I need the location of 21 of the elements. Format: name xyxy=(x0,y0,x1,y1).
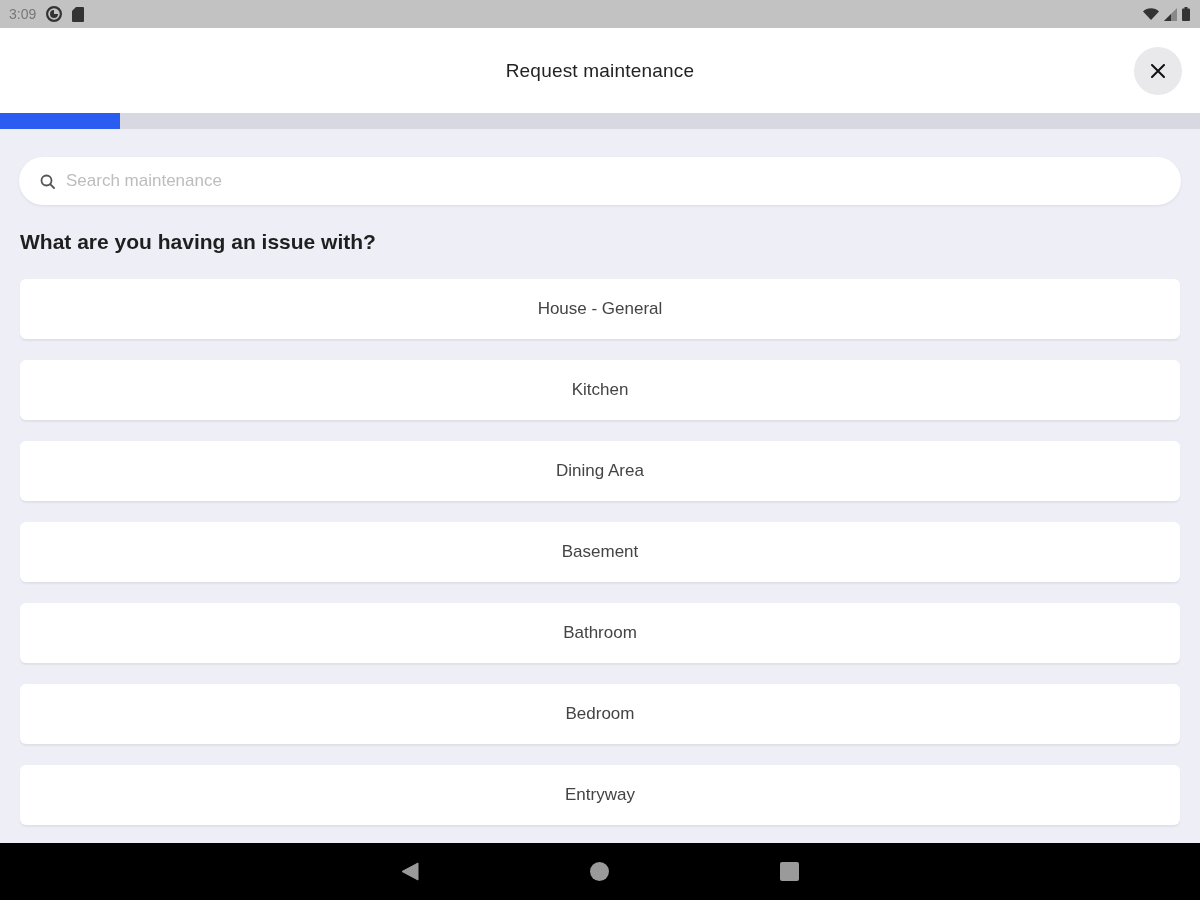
category-option[interactable]: Basement xyxy=(20,522,1180,582)
signal-icon xyxy=(1164,7,1177,21)
category-option[interactable]: Dining Area xyxy=(20,441,1180,501)
close-button[interactable] xyxy=(1134,46,1182,95)
sd-card-icon xyxy=(72,6,85,22)
category-option[interactable]: Kitchen xyxy=(20,360,1180,420)
status-time: 3:09 xyxy=(9,6,37,22)
category-option[interactable]: Bathroom xyxy=(20,603,1180,663)
battery-icon xyxy=(1182,7,1190,21)
page-title: Request maintenance xyxy=(505,59,695,82)
close-icon xyxy=(1151,63,1165,78)
search-icon xyxy=(40,174,55,189)
pie-icon xyxy=(46,6,63,22)
question-heading: What are you having an issue with? xyxy=(20,229,376,255)
back-icon[interactable] xyxy=(401,862,419,881)
category-option[interactable]: Entryway xyxy=(20,765,1180,825)
search-field[interactable]: Search maintenance xyxy=(19,157,1181,205)
category-option[interactable]: Bedroom xyxy=(20,684,1180,744)
wifi-icon xyxy=(1143,8,1159,20)
category-option[interactable]: House - General xyxy=(20,279,1180,339)
home-icon[interactable] xyxy=(590,862,609,881)
